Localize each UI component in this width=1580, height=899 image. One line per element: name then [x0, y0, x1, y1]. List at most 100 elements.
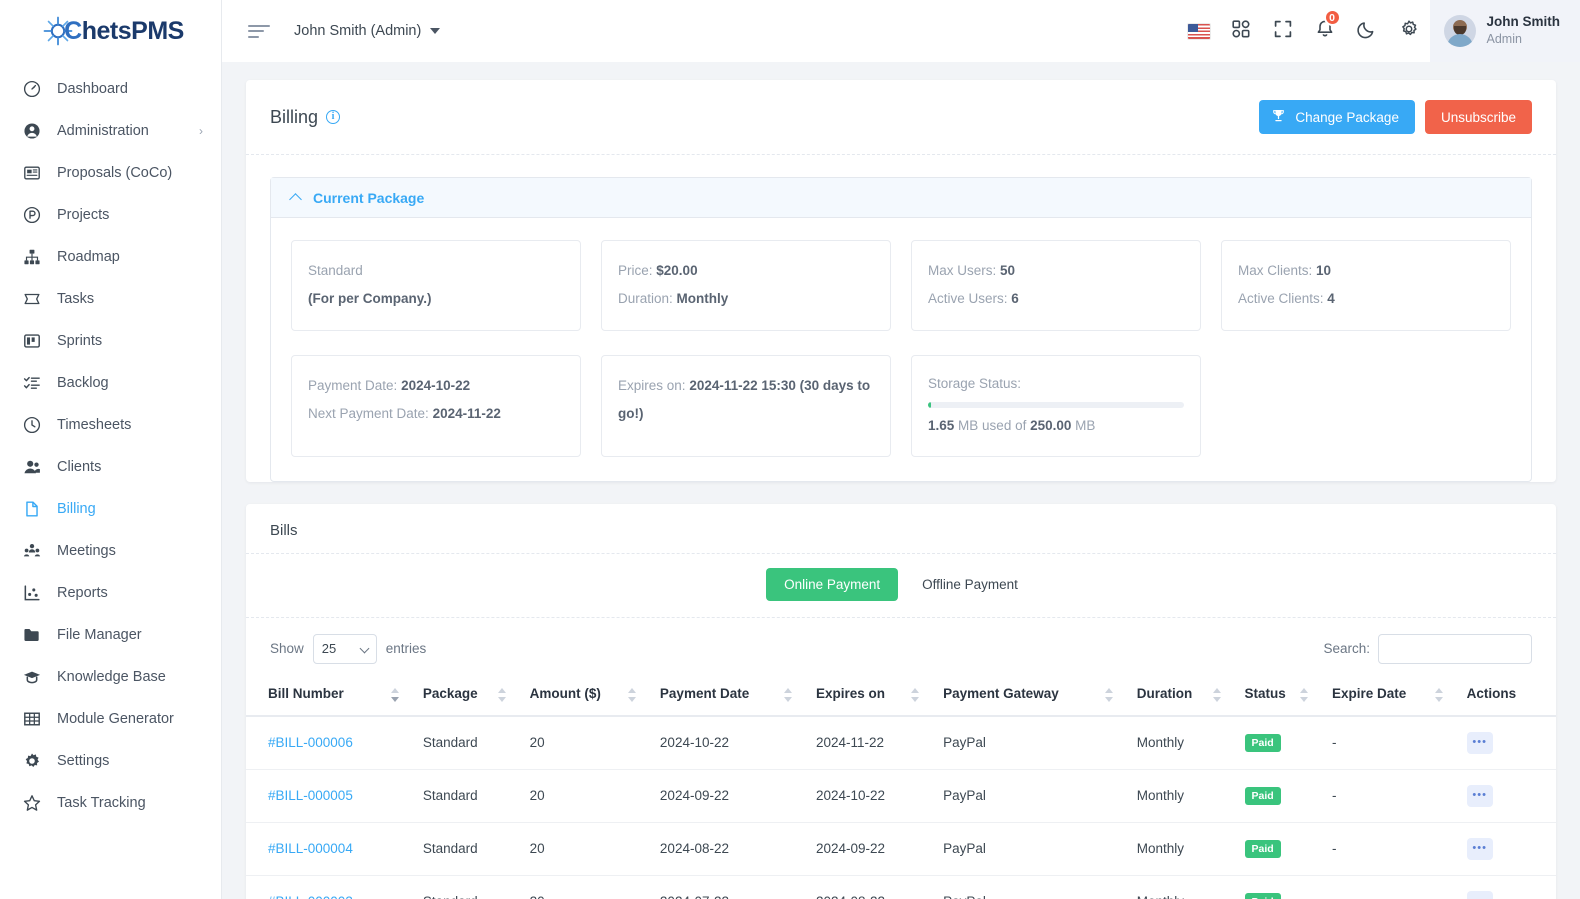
- search-input[interactable]: [1378, 633, 1532, 664]
- sidebar-toggle-button[interactable]: [248, 21, 270, 41]
- sidebar-item-task-tracking[interactable]: Task Tracking: [0, 782, 221, 824]
- notifications-button[interactable]: 0: [1304, 0, 1346, 62]
- fullscreen-button[interactable]: [1262, 0, 1304, 62]
- sort-icon: [783, 687, 792, 703]
- sidebar-item-reports[interactable]: Reports: [0, 572, 221, 614]
- moon-icon: [1356, 19, 1377, 44]
- bill-number-link[interactable]: #BILL-000005: [268, 788, 353, 803]
- sidebar-item-dashboard[interactable]: Dashboard: [0, 68, 221, 110]
- dark-mode-button[interactable]: [1346, 0, 1388, 62]
- search-label: Search:: [1323, 641, 1370, 657]
- tab-online-payment[interactable]: Online Payment: [766, 567, 899, 601]
- cell-expires-on: 2024-09-22: [805, 822, 934, 876]
- status-badge: Paid: [1244, 787, 1281, 805]
- col-payment-gateway[interactable]: Payment Gateway: [933, 673, 1127, 717]
- storage-total-unit: MB: [1075, 417, 1096, 433]
- sidebar-item-projects[interactable]: Projects: [0, 194, 221, 236]
- row-actions-button[interactable]: •••: [1466, 784, 1493, 807]
- cell-actions: •••: [1456, 822, 1556, 876]
- chevron-down-icon: [430, 28, 441, 34]
- max-clients-label: Max Clients:: [1238, 263, 1313, 278]
- sidebar-item-backlog[interactable]: Backlog: [0, 362, 221, 404]
- sidebar-item-billing[interactable]: Billing: [0, 488, 221, 530]
- row-actions-button[interactable]: •••: [1466, 890, 1493, 899]
- info-icon[interactable]: i: [326, 110, 341, 124]
- proposal-icon: [22, 163, 42, 183]
- sort-icon: [911, 687, 920, 703]
- bill-number-link[interactable]: #BILL-000006: [268, 735, 353, 750]
- current-package-title: Current Package: [313, 189, 425, 206]
- profile-text-block: John Smith Admin: [1487, 14, 1561, 47]
- status-badge: Paid: [1244, 893, 1281, 899]
- sidebar-item-module-generator[interactable]: Module Generator: [0, 698, 221, 740]
- cell-payment-date: 2024-08-22: [649, 822, 806, 876]
- table-row: #BILL-000005 Standard 20 2024-09-22 2024-10-…: [246, 769, 1556, 823]
- sidebar-item-label: Administration: [57, 123, 149, 139]
- table-controls: Show 102550100 entries Search:: [246, 618, 1556, 674]
- package-plan-tile: Standard (For per Company.): [291, 240, 581, 331]
- bills-heading: Bills: [246, 504, 1556, 554]
- app-logo[interactable]: ChetsPMS: [0, 0, 221, 62]
- sidebar-item-label: Task Tracking: [57, 795, 146, 811]
- sidebar-item-administration[interactable]: Administration ›: [0, 110, 221, 152]
- sidebar-item-knowledge-base[interactable]: Knowledge Base: [0, 656, 221, 698]
- payment-tabs: Online Payment Offline Payment: [246, 554, 1556, 618]
- sort-icon: [1300, 687, 1309, 703]
- sidebar-item-file-manager[interactable]: File Manager: [0, 614, 221, 656]
- sidebar-item-tasks[interactable]: Tasks: [0, 278, 221, 320]
- next-payment-label: Next Payment Date:: [308, 406, 429, 422]
- sidebar-item-timesheets[interactable]: Timesheets: [0, 404, 221, 446]
- col-package[interactable]: Package: [412, 673, 520, 717]
- show-label: Show: [270, 641, 304, 657]
- apps-grid-button[interactable]: [1220, 0, 1262, 62]
- bill-number-link[interactable]: #BILL-000004: [268, 841, 353, 856]
- sidebar-item-sprints[interactable]: Sprints: [0, 320, 221, 362]
- sidebar-item-proposals[interactable]: Proposals (CoCo): [0, 152, 221, 194]
- unsubscribe-button[interactable]: Unsubscribe: [1424, 100, 1532, 134]
- settings-button[interactable]: [1388, 0, 1430, 62]
- backlog-icon: [22, 373, 42, 393]
- cell-payment-gateway: PayPal: [933, 875, 1127, 899]
- tab-offline-payment[interactable]: Offline Payment: [904, 568, 1036, 601]
- col-payment-date[interactable]: Payment Date: [649, 673, 806, 717]
- sidebar-item-settings[interactable]: Settings: [0, 740, 221, 782]
- col-status[interactable]: Status: [1234, 673, 1323, 717]
- user-context-selector[interactable]: John Smith (Admin): [294, 23, 441, 39]
- user-circle-icon: [22, 121, 42, 141]
- language-flag-button[interactable]: [1178, 0, 1220, 62]
- change-package-button[interactable]: Change Package: [1259, 100, 1415, 134]
- burger-line: [248, 24, 270, 27]
- folder-icon: [22, 625, 42, 645]
- apps-grid-icon: [1231, 19, 1251, 44]
- sidebar-item-roadmap[interactable]: Roadmap: [0, 236, 221, 278]
- sidebar-item-meetings[interactable]: Meetings: [0, 530, 221, 572]
- cell-amount: 20: [519, 822, 650, 876]
- page-length-select[interactable]: 102550100: [312, 633, 377, 664]
- roadmap-icon: [22, 247, 42, 267]
- meetings-icon: [22, 541, 42, 561]
- profile-menu-button[interactable]: John Smith Admin: [1429, 0, 1580, 62]
- sidebar-item-clients[interactable]: Clients: [0, 446, 221, 488]
- chevron-right-icon: ›: [199, 124, 203, 138]
- clients-icon: [22, 457, 42, 477]
- cell-package: Standard: [412, 822, 520, 876]
- sidebar-item-label: Billing: [57, 501, 96, 517]
- col-expires-on[interactable]: Expires on: [805, 673, 934, 717]
- col-bill-number[interactable]: Bill Number: [246, 673, 413, 717]
- col-expire-date[interactable]: Expire Date: [1322, 673, 1457, 717]
- col-amount[interactable]: Amount ($): [519, 673, 650, 717]
- storage-used-unit: MB used of: [958, 417, 1027, 433]
- cell-status: Paid: [1234, 875, 1323, 899]
- storage-total-value: 250.00: [1030, 417, 1072, 433]
- current-package-toggle[interactable]: Current Package: [271, 178, 1531, 218]
- sidebar-item-label: File Manager: [57, 627, 142, 643]
- table-row: #BILL-000006 Standard 20 2024-10-22 2024-11-…: [246, 715, 1556, 770]
- row-actions-button[interactable]: •••: [1466, 837, 1493, 860]
- col-duration[interactable]: Duration: [1126, 673, 1235, 717]
- row-actions-button[interactable]: •••: [1466, 731, 1493, 754]
- col-actions: Actions: [1456, 673, 1556, 717]
- sort-icon: [1212, 687, 1221, 703]
- sidebar-item-label: Timesheets: [57, 417, 132, 433]
- bill-number-link[interactable]: #BILL-000003: [268, 894, 353, 899]
- sort-icon: [1104, 687, 1113, 703]
